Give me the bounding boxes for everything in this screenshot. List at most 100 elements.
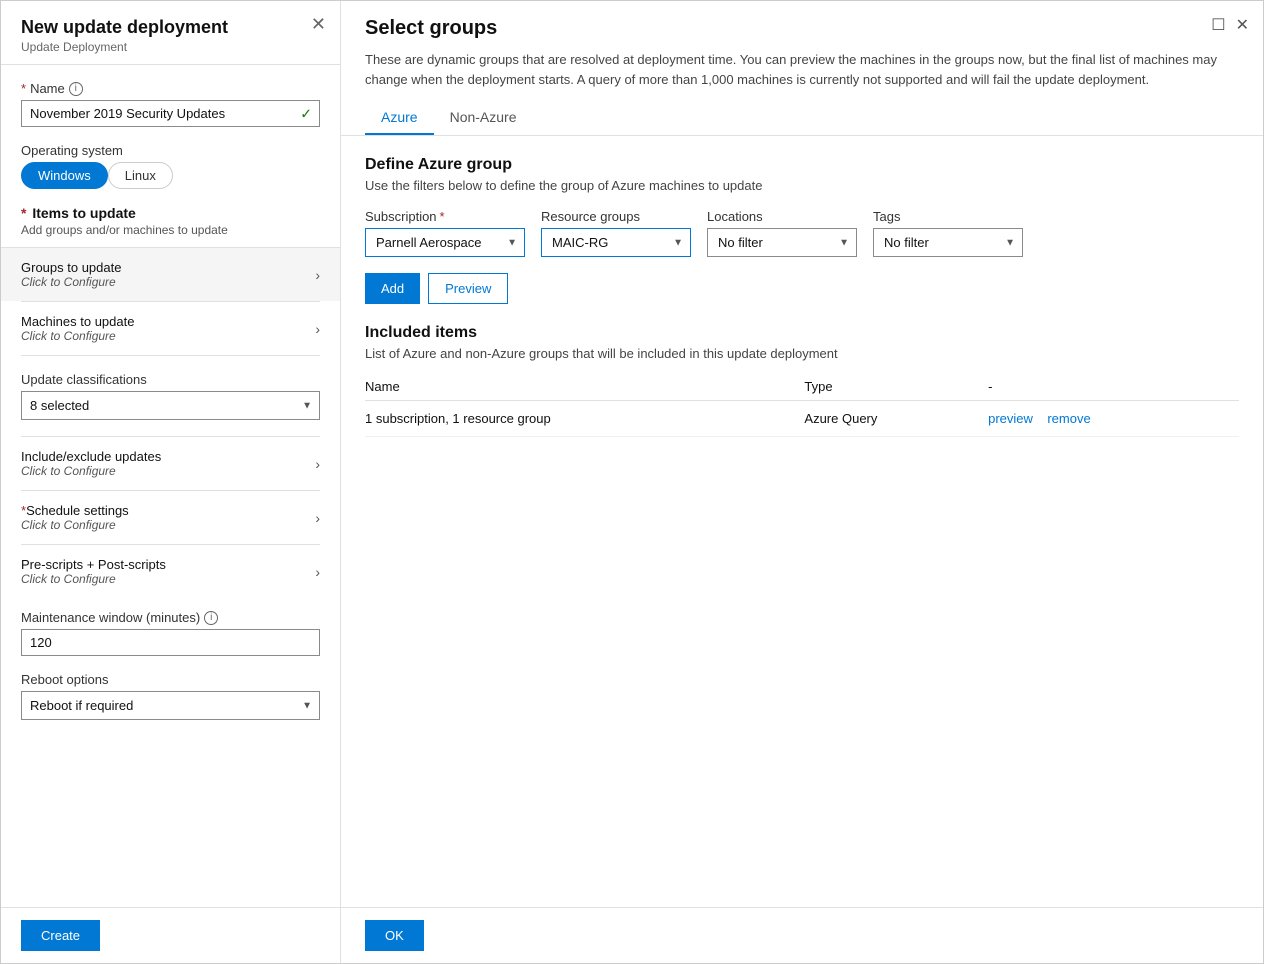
left-panel-footer: Create: [1, 907, 340, 963]
reboot-options-group: Reboot options Reboot if required Never …: [21, 672, 320, 720]
groups-to-update-item[interactable]: Groups to update Click to Configure ›: [1, 247, 340, 301]
tab-azure[interactable]: Azure: [365, 101, 434, 135]
name-info-icon[interactable]: i: [69, 82, 83, 96]
ok-button[interactable]: OK: [365, 920, 424, 951]
preview-button[interactable]: Preview: [428, 273, 508, 304]
resource-groups-select[interactable]: MAIC-RG: [541, 228, 691, 257]
right-panel-footer: OK: [341, 907, 1263, 963]
tags-select[interactable]: No filter: [873, 228, 1023, 257]
reboot-options-label: Reboot options: [21, 672, 320, 687]
resource-groups-dropdown-wrapper: MAIC-RG ▼: [541, 228, 691, 257]
add-button[interactable]: Add: [365, 273, 420, 304]
schedule-settings-sub: Click to Configure: [21, 518, 129, 532]
name-label: * Name i: [21, 81, 320, 96]
reboot-options-select-wrapper: Reboot if required Never reboot Always r…: [21, 691, 320, 720]
tags-filter-group: Tags No filter ▼: [873, 209, 1023, 257]
groups-to-update-title: Groups to update: [21, 260, 121, 275]
row-name: 1 subscription, 1 resource group: [365, 401, 804, 437]
included-items-title: Included items: [365, 324, 1239, 342]
remove-link[interactable]: remove: [1047, 411, 1090, 426]
items-section-subtext: Add groups and/or machines to update: [21, 223, 320, 237]
col-name: Name: [365, 373, 804, 401]
left-panel-title: New update deployment: [21, 17, 320, 38]
include-exclude-item[interactable]: Include/exclude updates Click to Configu…: [21, 436, 320, 490]
define-azure-group-title: Define Azure group: [365, 156, 1239, 174]
subscription-label: Subscription *: [365, 209, 525, 224]
locations-filter-group: Locations No filter ▼: [707, 209, 857, 257]
pre-post-scripts-sub: Click to Configure: [21, 572, 166, 586]
maximize-button[interactable]: ☐: [1211, 15, 1225, 35]
name-input-wrapper: ✓: [21, 100, 320, 127]
machines-to-update-title: Machines to update: [21, 314, 134, 329]
maintenance-window-input[interactable]: [21, 629, 320, 656]
update-classifications-label: Update classifications: [21, 372, 320, 387]
machines-to-update-sub: Click to Configure: [21, 329, 134, 343]
window-controls: ☐ ✕: [1211, 15, 1249, 35]
resource-groups-label: Resource groups: [541, 209, 691, 224]
name-input[interactable]: [21, 100, 320, 127]
machines-to-update-item[interactable]: Machines to update Click to Configure ›: [21, 301, 320, 356]
name-checkmark-icon: ✓: [300, 105, 312, 122]
pre-post-scripts-item[interactable]: Pre-scripts + Post-scripts Click to Conf…: [21, 544, 320, 598]
maintenance-window-label: Maintenance window (minutes) i: [21, 610, 320, 625]
subscription-dropdown-wrapper: Parnell Aerospace ▼: [365, 228, 525, 257]
items-to-update-section: * Items to update Add groups and/or mach…: [21, 205, 320, 356]
tab-non-azure[interactable]: Non-Azure: [434, 101, 533, 135]
schedule-settings-item[interactable]: *Schedule settings Click to Configure ›: [21, 490, 320, 544]
include-exclude-title: Include/exclude updates: [21, 449, 161, 464]
tabs-container: Azure Non-Azure: [365, 101, 1239, 135]
col-actions: -: [988, 373, 1239, 401]
preview-link[interactable]: preview: [988, 411, 1033, 426]
tags-dropdown-wrapper: No filter ▼: [873, 228, 1023, 257]
required-star-name: *: [21, 81, 26, 96]
table-body: 1 subscription, 1 resource group Azure Q…: [365, 401, 1239, 437]
right-panel-title: Select groups: [365, 17, 1239, 40]
reboot-options-select[interactable]: Reboot if required Never reboot Always r…: [21, 691, 320, 720]
left-panel: New update deployment Update Deployment …: [1, 1, 341, 963]
included-items-table: Name Type - 1 subscription, 1 resource g…: [365, 373, 1239, 437]
pre-post-scripts-title: Pre-scripts + Post-scripts: [21, 557, 166, 572]
schedule-settings-chevron: ›: [315, 510, 320, 526]
os-toggle: Windows Linux: [21, 162, 320, 189]
row-actions: preview remove: [988, 401, 1239, 437]
close-left-panel-button[interactable]: ✕: [311, 15, 326, 33]
left-panel-header: New update deployment Update Deployment …: [1, 1, 340, 65]
pre-post-scripts-chevron: ›: [315, 564, 320, 580]
items-section-heading: * Items to update: [21, 205, 320, 221]
os-field-group: Operating system Windows Linux: [21, 143, 320, 189]
maintenance-window-group: Maintenance window (minutes) i: [21, 610, 320, 656]
update-classifications-select[interactable]: 8 selected: [21, 391, 320, 420]
right-panel-body: Define Azure group Use the filters below…: [341, 136, 1263, 907]
locations-label: Locations: [707, 209, 857, 224]
tags-label: Tags: [873, 209, 1023, 224]
left-panel-subtitle: Update Deployment: [21, 40, 320, 54]
machines-to-update-chevron: ›: [315, 321, 320, 337]
table-header: Name Type -: [365, 373, 1239, 401]
groups-to-update-chevron: ›: [315, 267, 320, 283]
name-field-group: * Name i ✓: [21, 81, 320, 127]
os-linux-button[interactable]: Linux: [108, 162, 173, 189]
locations-dropdown-wrapper: No filter ▼: [707, 228, 857, 257]
name-label-text: Name: [30, 81, 65, 96]
col-type: Type: [804, 373, 988, 401]
os-label: Operating system: [21, 143, 320, 158]
maintenance-window-info-icon[interactable]: i: [204, 611, 218, 625]
filters-row: Subscription * Parnell Aerospace ▼ Resou…: [365, 209, 1239, 257]
resource-groups-filter-group: Resource groups MAIC-RG ▼: [541, 209, 691, 257]
define-azure-group-section: Define Azure group Use the filters below…: [365, 156, 1239, 193]
row-type: Azure Query: [804, 401, 988, 437]
create-button[interactable]: Create: [21, 920, 100, 951]
subscription-select[interactable]: Parnell Aerospace: [365, 228, 525, 257]
left-panel-body: * Name i ✓ Operating system Windows Linu…: [1, 65, 340, 907]
included-items-section: Included items List of Azure and non-Azu…: [365, 324, 1239, 437]
right-panel-header: Select groups ☐ ✕ These are dynamic grou…: [341, 1, 1263, 136]
os-windows-button[interactable]: Windows: [21, 162, 108, 189]
close-right-panel-button[interactable]: ✕: [1236, 15, 1249, 35]
required-star-items: *: [21, 205, 30, 221]
locations-select[interactable]: No filter: [707, 228, 857, 257]
include-exclude-sub: Click to Configure: [21, 464, 161, 478]
table-row: 1 subscription, 1 resource group Azure Q…: [365, 401, 1239, 437]
update-classifications-select-wrapper: 8 selected ▼: [21, 391, 320, 420]
included-items-desc: List of Azure and non-Azure groups that …: [365, 346, 1239, 361]
right-panel: Select groups ☐ ✕ These are dynamic grou…: [341, 1, 1263, 963]
